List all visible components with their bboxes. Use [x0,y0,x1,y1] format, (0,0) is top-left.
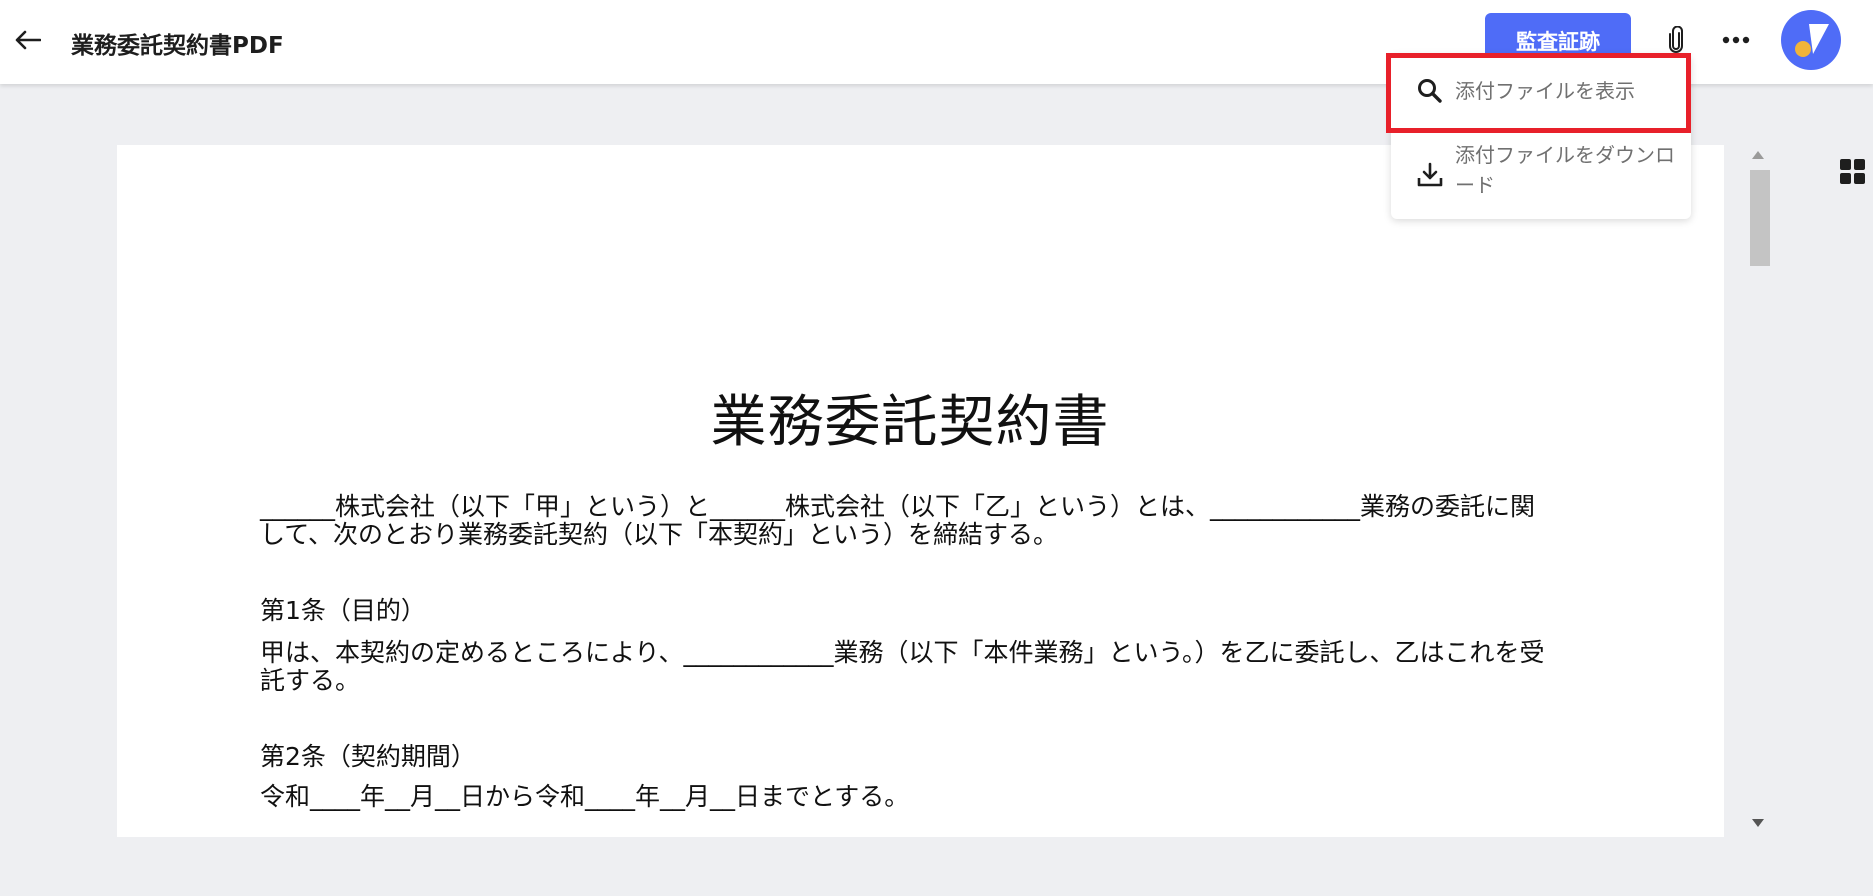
search-icon [1418,79,1442,103]
user-avatar[interactable] [1781,10,1841,70]
grid-icon [1840,159,1851,170]
scroll-up-arrow-icon[interactable] [1752,151,1764,159]
article-1-heading: 第1条（目的） [260,596,426,625]
document-title: 業務委託契約書PDF [71,33,284,59]
article-2-body: 令和____年__月__日から令和____年__月__日までとする。 [260,782,910,811]
scrollbar-thumb[interactable] [1750,170,1770,266]
more-options-button[interactable] [1717,20,1755,60]
grid-icon-cell [1854,159,1865,170]
view-attachment-label: 添付ファイルを表示 [1455,79,1635,103]
pdf-viewer: 業務委託契約書 ______株式会社（以下「甲」という）と______株式会社（… [117,145,1724,837]
download-attachment-label: 添付ファイルをダウンロード [1455,143,1675,197]
back-button[interactable] [10,20,46,60]
attachment-menu: 添付ファイルを表示 添付ファイルをダウンロード [1391,54,1691,219]
arrow-left-icon [15,30,41,50]
grid-view-button[interactable] [1840,159,1866,185]
scroll-down-arrow-icon[interactable] [1752,819,1764,827]
download-attachment-menu-item[interactable]: 添付ファイルをダウンロード [1391,140,1691,219]
grid-icon-cell [1854,173,1865,184]
view-attachment-menu-item[interactable]: 添付ファイルを表示 [1391,54,1691,132]
avatar-logo-icon [1795,24,1829,57]
paperclip-icon [1669,26,1683,53]
intro-paragraph: ______株式会社（以下「甲」という）と______株式会社（以下「乙」という… [260,492,1536,549]
document-heading: 業務委託契約書 [710,390,1110,455]
grid-icon-cell [1840,173,1851,184]
download-icon [1417,162,1443,187]
article-2-heading: 第2条（契約期間） [260,742,476,771]
more-horizontal-icon [1722,36,1750,44]
article-1-body: 甲は、本契約の定めるところにより、____________業務（以下「本件業務」… [260,638,1545,695]
